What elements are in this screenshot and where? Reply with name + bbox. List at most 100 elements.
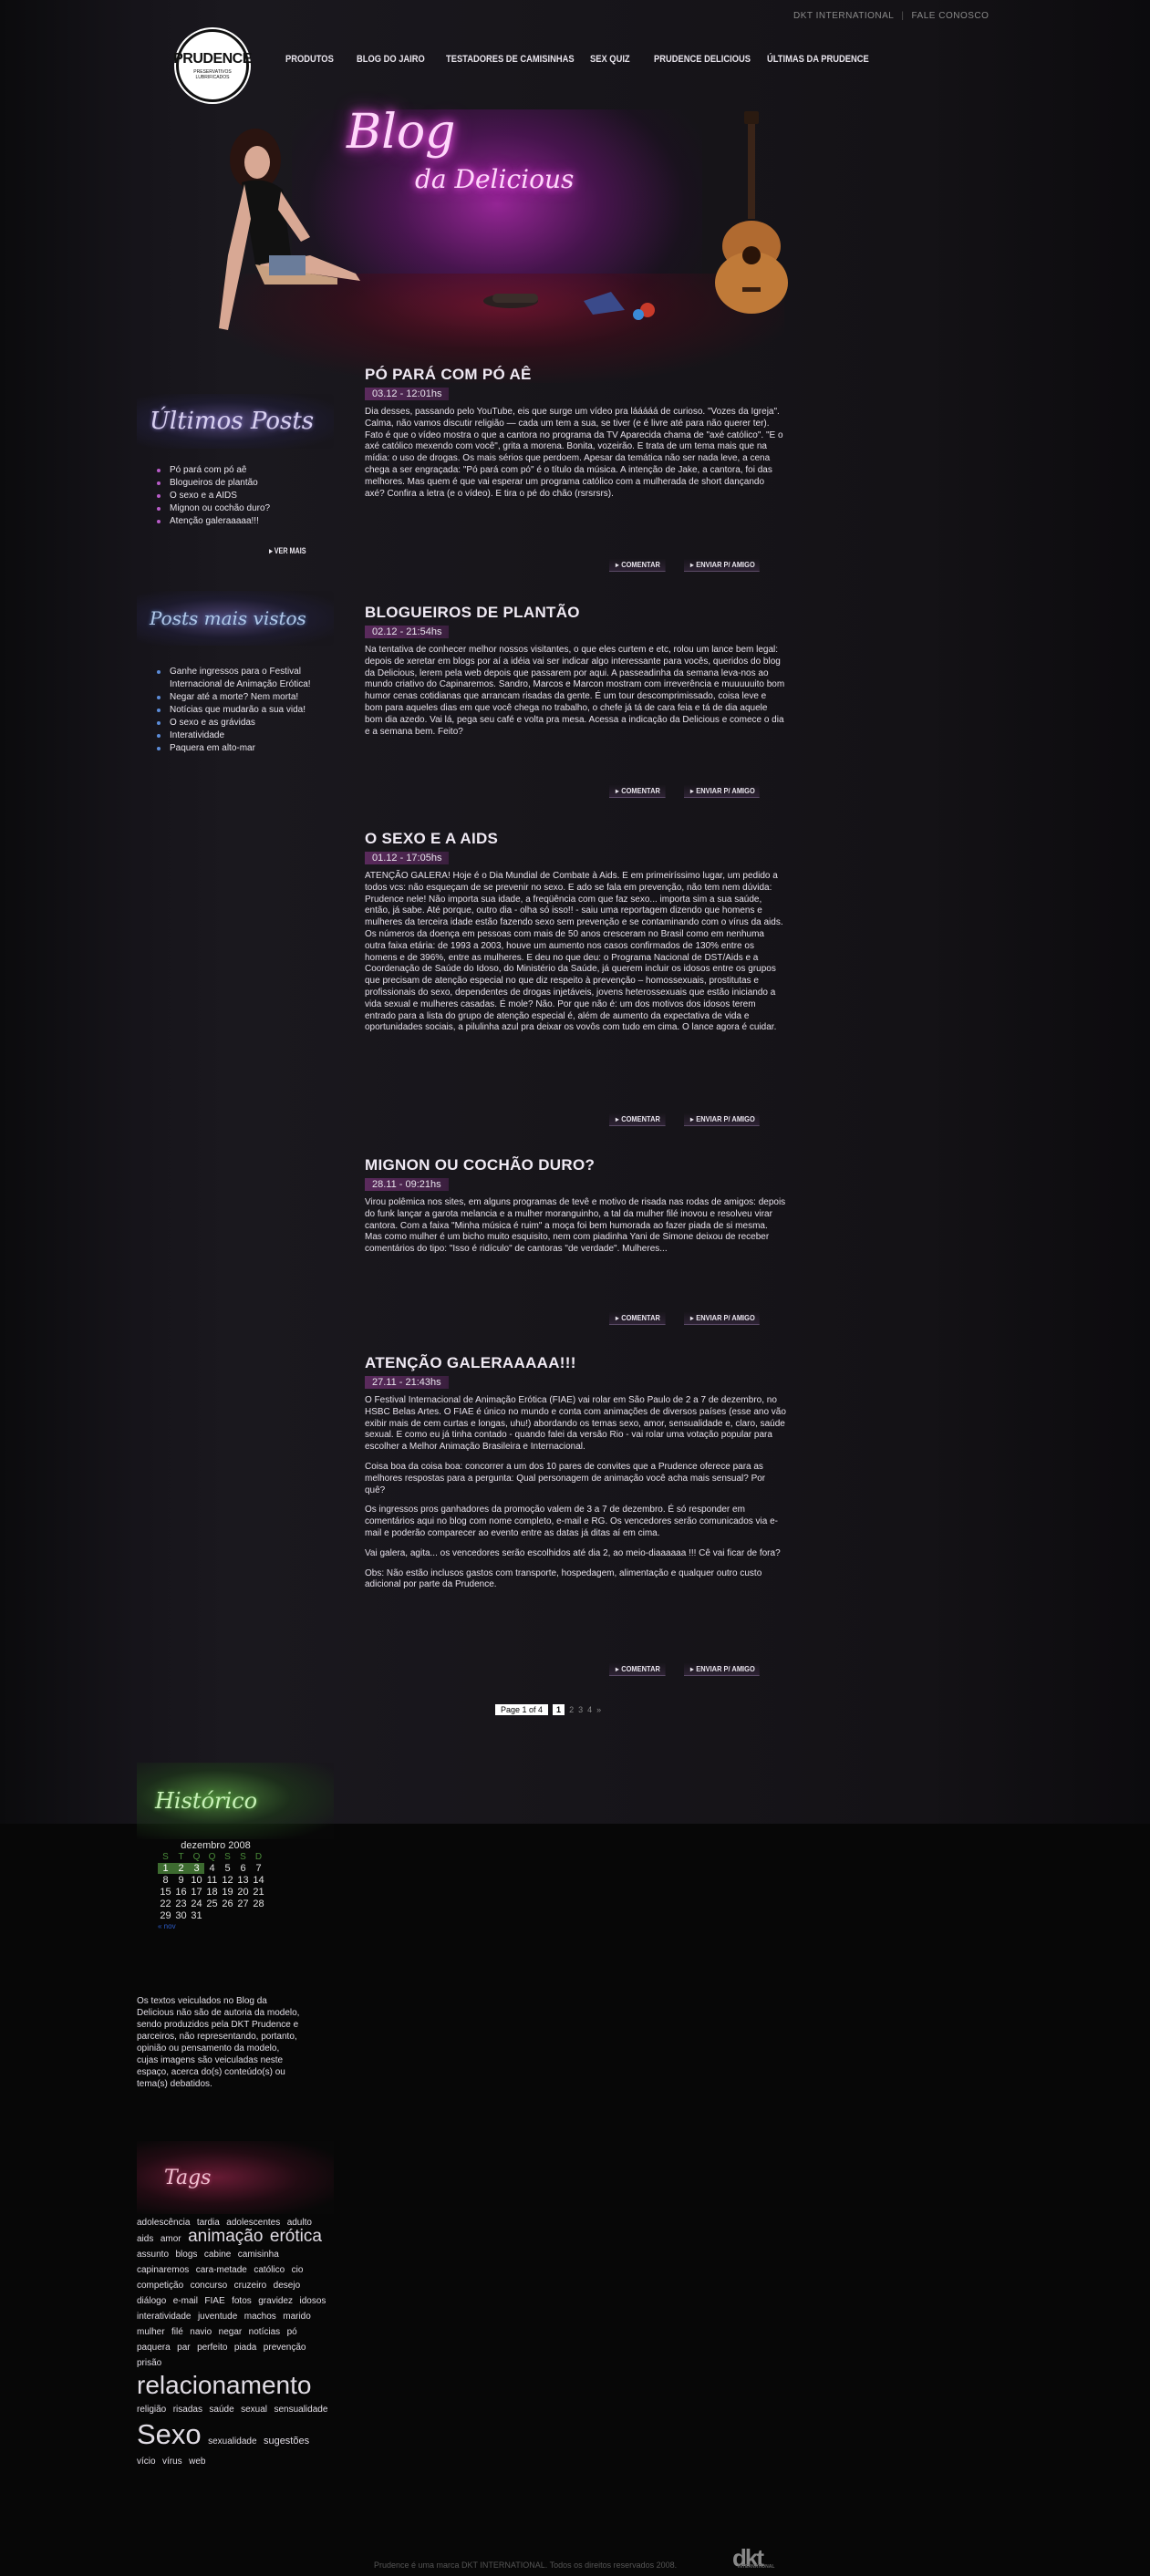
comment-button[interactable]: COMENTAR — [609, 784, 666, 798]
list-item[interactable]: Atenção galeraaaaa!!! — [157, 515, 334, 528]
tag-link[interactable]: saúde — [209, 2405, 233, 2415]
tag-link[interactable]: juventude — [198, 2312, 237, 2322]
tag-link[interactable]: pó — [287, 2327, 297, 2337]
tag-link[interactable]: erótica — [270, 2227, 322, 2246]
tag-link[interactable]: machos — [244, 2312, 276, 2322]
tag-link[interactable]: Sexo — [137, 2418, 202, 2450]
send-to-friend-button[interactable]: ENVIAR P/ AMIGO — [683, 1311, 760, 1325]
tag-link[interactable]: blogs — [175, 2250, 197, 2260]
tag-link[interactable]: mulher — [137, 2327, 165, 2337]
tag-link[interactable]: aids — [137, 2234, 153, 2244]
list-item[interactable]: Ganhe ingressos para o Festival Internac… — [157, 666, 334, 691]
tag-link[interactable]: interatividade — [137, 2312, 191, 2322]
tag-link[interactable]: FIAE — [204, 2296, 224, 2306]
contact-link[interactable]: FALE CONOSCO — [911, 11, 989, 21]
tag-link[interactable]: camisinha — [238, 2250, 279, 2260]
tag-link[interactable]: desejo — [274, 2281, 300, 2291]
nav-ultimas[interactable]: ÚLTIMAS DA PRUDENCE — [767, 54, 869, 65]
list-item[interactable]: O sexo e as grávidas — [157, 717, 334, 729]
list-item[interactable]: Pó pará com pó aê — [157, 464, 334, 477]
post-title[interactable]: BLOGUEIROS DE PLANTÃO — [365, 604, 786, 622]
tag-link[interactable]: e-mail — [173, 2296, 198, 2306]
tag-link[interactable]: sensualidade — [274, 2405, 327, 2415]
ver-mais-button[interactable]: ▸ VER MAIS — [270, 546, 306, 556]
tag-link[interactable]: risadas — [173, 2405, 202, 2415]
tag-link[interactable]: vício — [137, 2457, 156, 2467]
dkt-footer-logo[interactable]: dkt INTERNATIONAL — [732, 2544, 774, 2571]
page-next[interactable]: » — [596, 1705, 601, 1714]
tag-link[interactable]: amor — [161, 2234, 181, 2244]
list-item[interactable]: O sexo e a AIDS — [157, 490, 334, 502]
calendar-prev-month-link[interactable]: « nov — [158, 1922, 189, 1930]
tag-link[interactable]: cio — [292, 2265, 304, 2275]
nav-sex-quiz[interactable]: SEX QUIZ — [590, 54, 645, 65]
tag-link[interactable]: vírus — [162, 2457, 182, 2467]
list-item[interactable]: Blogueiros de plantão — [157, 477, 334, 490]
tag-link[interactable]: assunto — [137, 2250, 169, 2260]
nav-blog-do-jairo[interactable]: BLOG DO JAIRO — [357, 54, 432, 65]
send-to-friend-button[interactable]: ENVIAR P/ AMIGO — [683, 784, 760, 798]
page-link[interactable]: 3 — [578, 1705, 583, 1714]
tag-link[interactable]: sexual — [241, 2405, 267, 2415]
tag-link[interactable]: religião — [137, 2405, 166, 2415]
post-title[interactable]: PÓ PARÁ COM PÓ AÊ — [365, 366, 786, 384]
tag-link[interactable]: prisão — [137, 2358, 161, 2368]
tag-link[interactable]: católico — [254, 2265, 285, 2275]
nav-produtos[interactable]: PRODUTOS — [285, 54, 346, 65]
calendar-day: 17 — [191, 1887, 202, 1898]
tag-link[interactable]: diálogo — [137, 2296, 166, 2306]
tag-link[interactable]: competição — [137, 2281, 183, 2291]
tag-link[interactable]: capinaremos — [137, 2265, 189, 2275]
tag-link[interactable]: gravidez — [258, 2296, 293, 2306]
tag-link[interactable]: sugestões — [264, 2436, 309, 2447]
comment-button[interactable]: COMENTAR — [609, 1112, 666, 1126]
comment-button[interactable]: COMENTAR — [609, 558, 666, 572]
calendar-day[interactable]: 1 — [158, 1863, 173, 1874]
post-title[interactable]: MIGNON OU COCHÃO DURO? — [365, 1156, 786, 1174]
tag-link[interactable]: navio — [190, 2327, 212, 2337]
calendar-day-header: S — [162, 1852, 169, 1862]
tag-link[interactable]: fotos — [232, 2296, 252, 2306]
tag-link[interactable]: notícias — [249, 2327, 280, 2337]
list-item[interactable]: Negar até a morte? Nem morta! — [157, 691, 334, 704]
tag-link[interactable]: idosos — [300, 2296, 326, 2306]
post-title[interactable]: ATENÇÃO GALERAAAAA!!! — [365, 1354, 786, 1372]
tag-link[interactable]: cruzeiro — [234, 2281, 267, 2291]
comment-button[interactable]: COMENTAR — [609, 1662, 666, 1676]
post-title[interactable]: O SEXO E A AIDS — [365, 830, 786, 848]
tag-link[interactable]: piada — [234, 2343, 256, 2353]
tag-link[interactable]: relacionamento — [137, 2371, 311, 2399]
tag-link[interactable]: animação — [188, 2227, 263, 2246]
page-link[interactable]: 2 — [569, 1705, 574, 1714]
tag-link[interactable]: web — [189, 2457, 205, 2467]
tag-link[interactable]: prevenção — [264, 2343, 306, 2353]
nav-prudence-delicious[interactable]: PRUDENCE DELICIOUS — [654, 54, 751, 65]
tag-link[interactable]: cabine — [204, 2250, 231, 2260]
list-item[interactable]: Notícias que mudarão a sua vida! — [157, 704, 334, 717]
tag-link[interactable]: adolescência — [137, 2218, 190, 2228]
send-to-friend-button[interactable]: ENVIAR P/ AMIGO — [683, 1112, 760, 1126]
tag-link[interactable]: filé — [171, 2327, 183, 2337]
list-item[interactable]: Paquera em alto-mar — [157, 742, 334, 755]
tag-link[interactable]: perfeito — [197, 2343, 227, 2353]
dkt-link[interactable]: DKT INTERNATIONAL — [793, 11, 894, 21]
tag-link[interactable]: marido — [283, 2312, 311, 2322]
logo-subtext: PRESERVATIVOS LUBRIFICADOS — [193, 69, 232, 80]
blog-post: PÓ PARÁ COM PÓ AÊ 03.12 - 12:01hs Dia de… — [365, 366, 786, 508]
list-item[interactable]: Interatividade — [157, 729, 334, 742]
send-to-friend-button[interactable]: ENVIAR P/ AMIGO — [683, 1662, 760, 1676]
comment-button[interactable]: COMENTAR — [609, 1311, 666, 1325]
tag-link[interactable]: concurso — [191, 2281, 228, 2291]
calendar-day[interactable]: 2 — [173, 1863, 189, 1874]
send-to-friend-button[interactable]: ENVIAR P/ AMIGO — [683, 558, 760, 572]
calendar-day[interactable]: 3 — [189, 1863, 204, 1874]
tag-link[interactable]: negar — [219, 2327, 243, 2337]
tag-link[interactable]: par — [177, 2343, 190, 2353]
tag-link[interactable]: cara-metade — [196, 2265, 247, 2275]
page-link[interactable]: 4 — [587, 1705, 592, 1714]
tag-link[interactable]: paquera — [137, 2343, 171, 2353]
tag-link[interactable]: sexualidade — [208, 2436, 256, 2447]
nav-testadores[interactable]: TESTADORES DE CAMISINHAS — [446, 54, 575, 65]
list-item[interactable]: Mignon ou cochão duro? — [157, 502, 334, 515]
page-current[interactable]: 1 — [553, 1704, 565, 1715]
